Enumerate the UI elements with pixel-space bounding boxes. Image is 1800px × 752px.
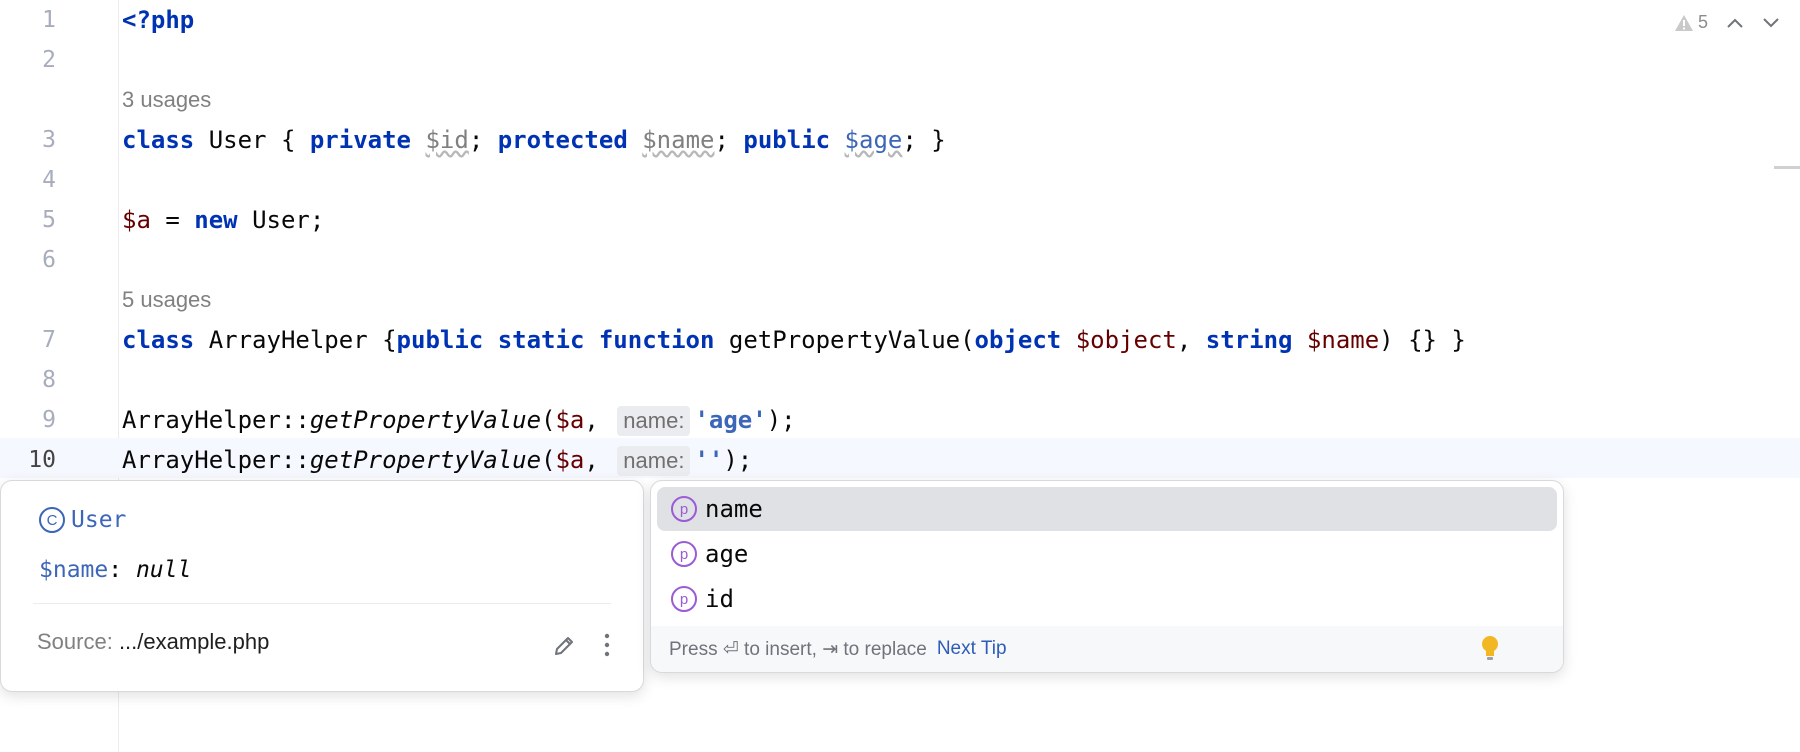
function-name: getPropertyValue( — [714, 326, 975, 354]
punct: ( — [541, 446, 556, 474]
variable: $a — [555, 446, 585, 474]
punct: ) {} } — [1379, 326, 1466, 354]
keyword: object — [974, 326, 1062, 354]
keyword: protected — [497, 126, 628, 154]
keyword: new — [194, 206, 238, 234]
keyword: class — [122, 326, 195, 354]
line-number-current: 10 — [28, 447, 56, 473]
property-age: $age — [844, 126, 903, 154]
next-tip-link[interactable]: Next Tip — [937, 638, 1007, 660]
property-icon: p — [671, 586, 697, 612]
doc-class-link[interactable]: C User — [39, 507, 126, 533]
line-number: 2 — [42, 47, 56, 73]
usages-hint[interactable]: 3 usages — [122, 80, 211, 120]
property-id: $id — [425, 126, 469, 154]
class-name: ArrayHelper { — [194, 326, 397, 354]
punct: ); — [723, 446, 753, 474]
code-line-1[interactable]: <?php — [122, 0, 194, 40]
punct: , — [584, 406, 614, 434]
completion-label: age — [705, 540, 749, 568]
line-number: 8 — [42, 367, 56, 393]
class-ref: User; — [237, 206, 325, 234]
doc-member-var: $name — [39, 557, 109, 583]
more-options-icon[interactable] — [601, 631, 613, 659]
punct: ; } — [902, 126, 946, 154]
class-name: User — [208, 126, 267, 154]
code-line-10[interactable]: ArrayHelper::getPropertyValue($a, name: '… — [122, 440, 752, 480]
doc-class-name: User — [71, 507, 127, 533]
completion-hint-text: Press ⏎ to insert, ⇥ to replace — [669, 638, 927, 660]
code-line-7[interactable]: class ArrayHelper {public static functio… — [122, 320, 1466, 360]
punct: ( — [541, 406, 556, 434]
line-number: 5 — [42, 207, 56, 233]
warning-indicator[interactable]: 5 — [1674, 12, 1708, 33]
string-literal: 'age' — [694, 406, 767, 434]
line-number: 7 — [42, 327, 56, 353]
code-line-3[interactable]: class User { private $id; protected $nam… — [122, 120, 946, 160]
keyword: private — [309, 126, 412, 154]
parameter-hint: name: — [617, 406, 691, 436]
warning-icon — [1674, 14, 1693, 31]
doc-member-value: null — [135, 557, 192, 583]
scrollbar-marker[interactable] — [1774, 166, 1800, 169]
punct: ; — [468, 126, 498, 154]
inspection-widget: 5 — [1674, 12, 1780, 33]
documentation-popup: C User $name: null Source: .../example.p… — [0, 480, 644, 692]
completion-item[interactable]: p id — [657, 577, 1557, 621]
function-call: getPropertyValue — [309, 406, 542, 434]
keyword: string — [1205, 326, 1293, 354]
line-number: 1 — [42, 7, 56, 33]
punct: ); — [766, 406, 796, 434]
warning-count: 5 — [1697, 12, 1708, 32]
parameter-hint: name: — [617, 446, 691, 476]
property-icon: p — [671, 541, 697, 567]
completion-label: id — [705, 585, 734, 613]
usages-hint[interactable]: 5 usages — [122, 280, 211, 320]
parameter: $name — [1306, 326, 1380, 354]
source-label: Source: — [37, 629, 119, 654]
doc-member-sep: : — [108, 557, 136, 583]
class-icon: C — [39, 507, 65, 533]
punct: , — [584, 446, 614, 474]
completion-item[interactable]: p name — [657, 487, 1557, 531]
class-ref: ArrayHelper:: — [122, 406, 310, 434]
class-ref: ArrayHelper:: — [122, 446, 310, 474]
keyword: static — [497, 326, 585, 354]
completion-footer: Press ⏎ to insert, ⇥ to replace Next Tip — [651, 626, 1563, 672]
chevron-up-icon[interactable] — [1726, 17, 1744, 29]
line-number: 6 — [42, 247, 56, 273]
line-number: 3 — [42, 127, 56, 153]
completion-label: name — [705, 495, 763, 523]
code-line-9[interactable]: ArrayHelper::getPropertyValue($a, name: '… — [122, 400, 796, 440]
punct: , — [1176, 326, 1206, 354]
keyword: public — [743, 126, 831, 154]
doc-source: Source: .../example.php — [37, 629, 269, 655]
punct: = — [150, 206, 195, 234]
property-name: $name — [642, 126, 715, 154]
completion-item[interactable]: p age — [657, 532, 1557, 576]
chevron-down-icon[interactable] — [1762, 17, 1780, 29]
php-open-tag: <?php — [122, 6, 195, 34]
keyword: class — [122, 126, 195, 154]
keyword: public — [396, 326, 484, 354]
line-number: 9 — [42, 407, 56, 433]
parameter: $object — [1075, 326, 1177, 354]
variable: $a — [555, 406, 585, 434]
line-number: 4 — [42, 167, 56, 193]
edit-icon[interactable] — [551, 633, 577, 659]
divider — [33, 603, 611, 604]
string-literal: '' — [694, 446, 724, 474]
code-line-5[interactable]: $a = new User; — [122, 200, 324, 240]
punct: { — [266, 126, 310, 154]
keyword: function — [598, 326, 715, 354]
variable: $a — [122, 206, 151, 234]
lightbulb-icon[interactable] — [1479, 634, 1501, 664]
doc-member-signature: $name: null — [39, 557, 191, 583]
completion-popup: p name p age p id Press ⏎ to insert, ⇥ t… — [650, 480, 1564, 673]
punct: ; — [714, 126, 744, 154]
source-path[interactable]: .../example.php — [119, 629, 269, 654]
property-icon: p — [671, 496, 697, 522]
function-call: getPropertyValue — [309, 446, 542, 474]
